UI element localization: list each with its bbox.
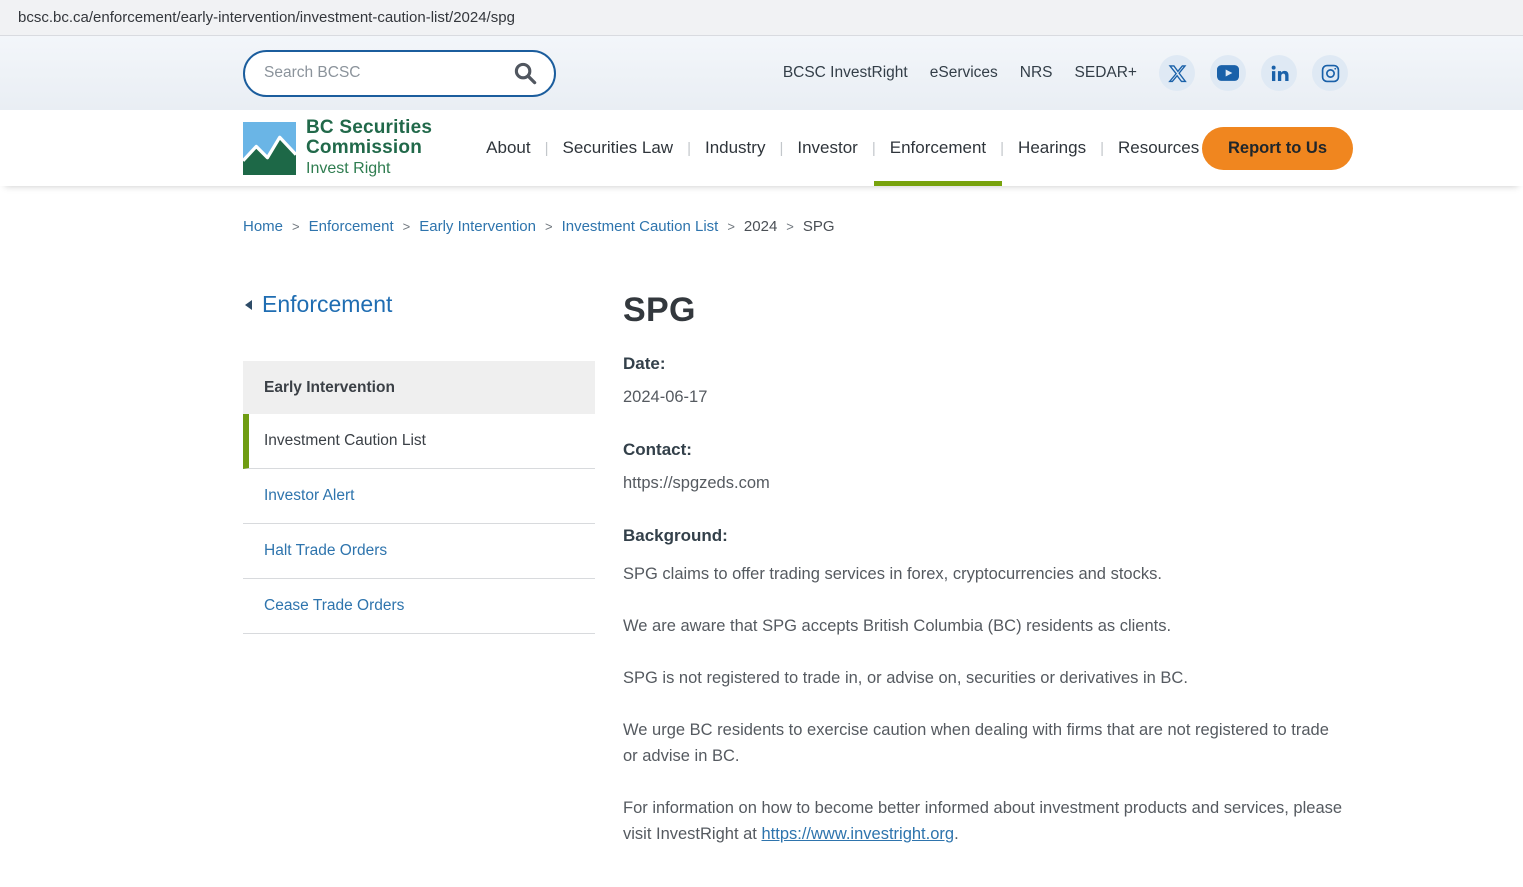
utility-links: BCSC InvestRight eServices NRS SEDAR+ [783,64,1137,82]
background-paragraph: We are aware that SPG accepts British Co… [623,613,1348,639]
nav-about[interactable]: About [486,110,530,186]
background-paragraph: SPG is not registered to trade in, or ad… [623,665,1348,691]
link-eservices[interactable]: eServices [930,64,998,82]
nav-hearings[interactable]: Hearings [1018,110,1086,186]
utility-right: BCSC InvestRight eServices NRS SEDAR+ [783,55,1348,91]
site-header: BC Securities Commission Invest Right Ab… [0,110,1523,186]
closing-text-prefix: For information on how to become better … [623,799,1342,843]
breadcrumb-home[interactable]: Home [243,218,283,235]
nav-separator: | [545,140,549,157]
chevron-left-icon [245,300,252,310]
contact-value: https://spgzeds.com [623,474,1348,493]
breadcrumb-early-intervention[interactable]: Early Intervention [419,218,536,235]
search-icon [513,61,538,86]
sidebar-title-enforcement[interactable]: Enforcement [243,291,595,318]
instagram-icon[interactable] [1312,55,1348,91]
sidebar-item-investor-alert[interactable]: Investor Alert [243,469,595,524]
search-input[interactable] [245,64,513,82]
link-bcsc-investright[interactable]: BCSC InvestRight [783,64,908,82]
date-value: 2024-06-17 [623,388,1348,407]
background-paragraph: SPG claims to offer trading services in … [623,561,1348,587]
page-url: bcsc.bc.ca/enforcement/early-interventio… [18,9,515,26]
nav-separator: | [687,140,691,157]
breadcrumb-investment-caution-list[interactable]: Investment Caution List [562,218,719,235]
search-button[interactable] [513,61,554,86]
main-navigation: About | Securities Law | Industry | Inve… [486,110,1199,186]
logo-line-1: BC Securities [306,118,432,138]
report-to-us-button[interactable]: Report to Us [1202,127,1353,170]
page-content: Enforcement Early Intervention Investmen… [0,235,1523,887]
x-twitter-icon[interactable] [1159,55,1195,91]
breadcrumb-spg: SPG [803,218,835,235]
main-article: SPG Date: 2024-06-17 Contact: https://sp… [623,291,1348,847]
breadcrumb-separator: > [545,219,553,234]
breadcrumb-separator: > [786,219,794,234]
breadcrumb-2024: 2024 [744,218,777,235]
closing-text-suffix: . [954,825,959,843]
logo-line-2: Commission [306,138,432,158]
breadcrumb-separator: > [292,219,300,234]
logo-text: BC Securities Commission Invest Right [306,118,432,178]
background-label: Background: [623,526,1348,546]
nav-separator: | [1000,140,1004,157]
nav-enforcement[interactable]: Enforcement [890,110,986,186]
nav-separator: | [779,140,783,157]
nav-separator: | [872,140,876,157]
breadcrumb: Home > Enforcement > Early Intervention … [0,186,1523,235]
link-nrs[interactable]: NRS [1020,64,1053,82]
breadcrumb-separator: > [403,219,411,234]
nav-securities-law[interactable]: Securities Law [563,110,674,186]
page-title: SPG [623,291,1348,330]
link-sedar[interactable]: SEDAR+ [1075,64,1137,82]
sidebar-item-investment-caution-list[interactable]: Investment Caution List [243,414,595,469]
linkedin-icon[interactable] [1261,55,1297,91]
bcsc-logo[interactable]: BC Securities Commission Invest Right [243,110,432,186]
breadcrumb-separator: > [727,219,735,234]
nav-investor[interactable]: Investor [797,110,857,186]
social-links [1159,55,1348,91]
utility-bar: BCSC InvestRight eServices NRS SEDAR+ [0,36,1523,110]
bcsc-logo-icon [243,122,296,175]
youtube-icon[interactable] [1210,55,1246,91]
nav-separator: | [1100,140,1104,157]
breadcrumb-enforcement[interactable]: Enforcement [309,218,394,235]
contact-label: Contact: [623,440,1348,460]
sidebar: Enforcement Early Intervention Investmen… [243,291,595,847]
date-label: Date: [623,354,1348,374]
sidebar-menu: Early Intervention Investment Caution Li… [243,361,595,634]
sidebar-item-halt-trade-orders[interactable]: Halt Trade Orders [243,524,595,579]
investright-link[interactable]: https://www.investright.org [761,825,954,843]
sidebar-title-label: Enforcement [262,291,392,318]
nav-resources[interactable]: Resources [1118,110,1199,186]
browser-address-bar[interactable]: bcsc.bc.ca/enforcement/early-interventio… [0,0,1523,36]
nav-industry[interactable]: Industry [705,110,765,186]
background-paragraph: We urge BC residents to exercise caution… [623,717,1348,769]
closing-paragraph: For information on how to become better … [623,795,1348,847]
sidebar-item-early-intervention[interactable]: Early Intervention [243,361,595,414]
sidebar-item-cease-trade-orders[interactable]: Cease Trade Orders [243,579,595,634]
site-search [243,50,556,97]
logo-tagline: Invest Right [306,160,432,178]
